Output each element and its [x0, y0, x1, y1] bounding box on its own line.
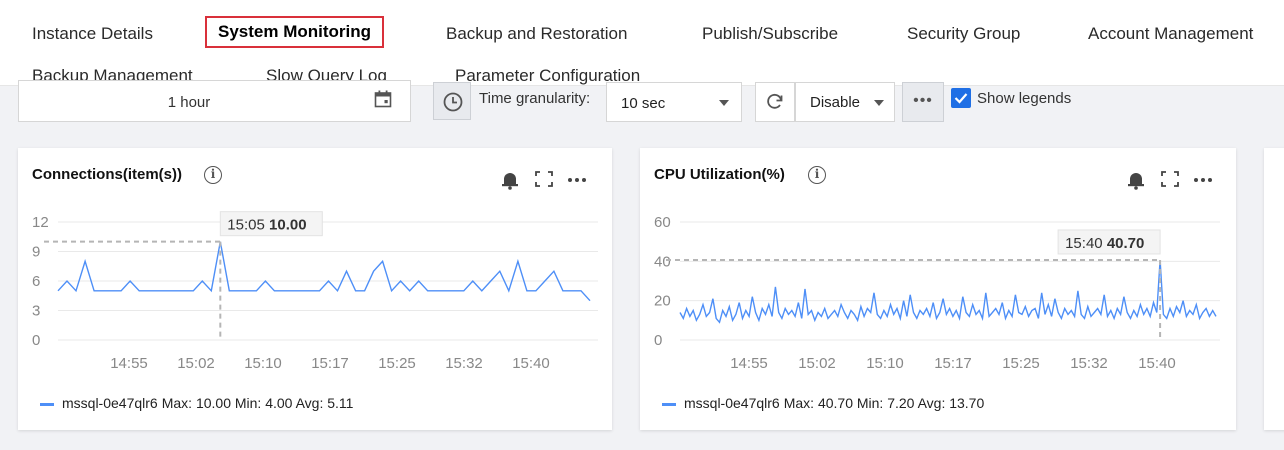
more-options-button[interactable]: ••• [902, 82, 944, 122]
more-icon[interactable] [1194, 178, 1212, 182]
legend-series-name: mssql-0e47qlr6 [62, 395, 158, 411]
x-tick-label: 15:17 [934, 355, 972, 372]
chart-legend[interactable]: mssql-0e47qlr6 Max: 10.00 Min: 4.00 Avg: … [40, 395, 353, 411]
tab-publish-subscribe[interactable]: Publish/Subscribe [702, 24, 838, 44]
show-legends-checkbox[interactable] [951, 88, 971, 108]
x-tick-label: 15:02 [798, 355, 836, 372]
auto-refresh-value: Disable [810, 94, 861, 111]
auto-refresh-select[interactable]: Disable [795, 82, 895, 122]
x-tick-label: 15:25 [1002, 355, 1040, 372]
legend-swatch [40, 402, 54, 406]
fullscreen-icon[interactable] [535, 171, 553, 187]
cpu-utilization-card: CPU Utilization(%) i 0 20 40 60 14:55 15:02 15… [640, 148, 1236, 430]
card-actions [502, 171, 586, 190]
tooltip-value: 40.70 [1107, 235, 1145, 252]
tooltip-text: 15:40 40.70 [1065, 235, 1144, 252]
next-card-partial [1264, 148, 1284, 430]
x-tick-label: 15:40 [1138, 355, 1176, 372]
fullscreen-icon[interactable] [1161, 171, 1179, 187]
tooltip-time: 15:05 [227, 217, 269, 234]
x-tick-label: 14:55 [110, 355, 148, 372]
x-tick-label: 14:55 [730, 355, 768, 372]
bell-icon[interactable] [1128, 173, 1144, 190]
tooltip-value: 10.00 [269, 217, 307, 234]
tab-account-management[interactable]: Account Management [1088, 24, 1253, 44]
bell-icon[interactable] [502, 173, 518, 190]
x-tick-label: 15:17 [311, 355, 349, 372]
tab-security-group[interactable]: Security Group [907, 24, 1020, 44]
series-line [57, 241, 591, 302]
time-granularity-label: Time granularity: [479, 90, 591, 107]
info-icon[interactable]: i [808, 166, 826, 184]
time-granularity-select[interactable]: 10 sec [606, 82, 742, 122]
y-tick-label: 0 [654, 332, 662, 349]
tooltip-time: 15:40 [1065, 235, 1107, 252]
y-tick-label: 0 [32, 332, 40, 349]
time-mode-button[interactable] [433, 82, 471, 120]
cpu-line-chart: 0 20 40 60 14:55 15:02 15:10 15:17 15:25 15:32 15:… [654, 214, 1220, 372]
x-tick-label: 15:32 [1070, 355, 1108, 372]
time-range-value: 1 hour [167, 94, 211, 111]
y-tick-label: 60 [654, 214, 671, 231]
x-tick-label: 15:25 [378, 355, 416, 372]
y-tick-label: 9 [32, 244, 40, 261]
series-line [679, 259, 1217, 324]
y-tick-label: 6 [32, 273, 40, 290]
top-tab-bar: Instance Details System Monitoring Backu… [0, 0, 1284, 86]
x-tick-label: 15:02 [177, 355, 215, 372]
time-range-picker[interactable]: 1 hour [18, 80, 411, 122]
calendar-icon [374, 90, 392, 108]
y-tick-label: 12 [32, 214, 49, 231]
x-tick-label: 15:10 [244, 355, 282, 372]
show-legends-label: Show legends [977, 90, 1072, 107]
connections-card: Connections(item(s)) i 0 3 6 9 12 14:55 15:02 1… [18, 148, 612, 430]
legend-stats: Max: 10.00 Min: 4.00 Avg: 5.11 [161, 395, 354, 411]
card-actions [1128, 171, 1212, 190]
tab-system-monitoring[interactable]: System Monitoring [205, 16, 385, 48]
tab-backup-and-restoration[interactable]: Backup and Restoration [446, 24, 627, 44]
card-title: Connections(item(s)) [32, 166, 182, 183]
legend-series-name: mssql-0e47qlr6 [684, 395, 780, 411]
tab-instance-details[interactable]: Instance Details [32, 24, 153, 44]
tooltip-text: 15:05 10.00 [227, 217, 306, 234]
y-tick-label: 3 [32, 303, 40, 320]
more-icon[interactable] [568, 178, 586, 182]
y-tick-label: 20 [654, 293, 671, 310]
x-tick-label: 15:10 [866, 355, 904, 372]
chevron-down-icon [719, 100, 729, 106]
checkmark-icon [954, 93, 968, 104]
connections-line-chart: 0 3 6 9 12 14:55 15:02 15:10 15:17 15:25 15:32 15:4… [32, 211, 598, 372]
legend-stats: Max: 40.70 Min: 7.20 Avg: 13.70 [783, 395, 985, 411]
legend-swatch [662, 402, 676, 406]
chart-legend[interactable]: mssql-0e47qlr6 Max: 40.70 Min: 7.20 Avg: … [662, 395, 984, 411]
card-title: CPU Utilization(%) [654, 166, 785, 183]
x-tick-label: 15:40 [512, 355, 550, 372]
info-icon[interactable]: i [204, 166, 222, 184]
y-tick-label: 40 [654, 253, 671, 270]
time-granularity-value: 10 sec [621, 95, 666, 112]
clock-icon [443, 92, 463, 112]
refresh-button[interactable] [755, 82, 795, 122]
x-tick-label: 15:32 [445, 355, 483, 372]
chevron-down-icon [874, 100, 884, 106]
refresh-icon [767, 93, 783, 109]
